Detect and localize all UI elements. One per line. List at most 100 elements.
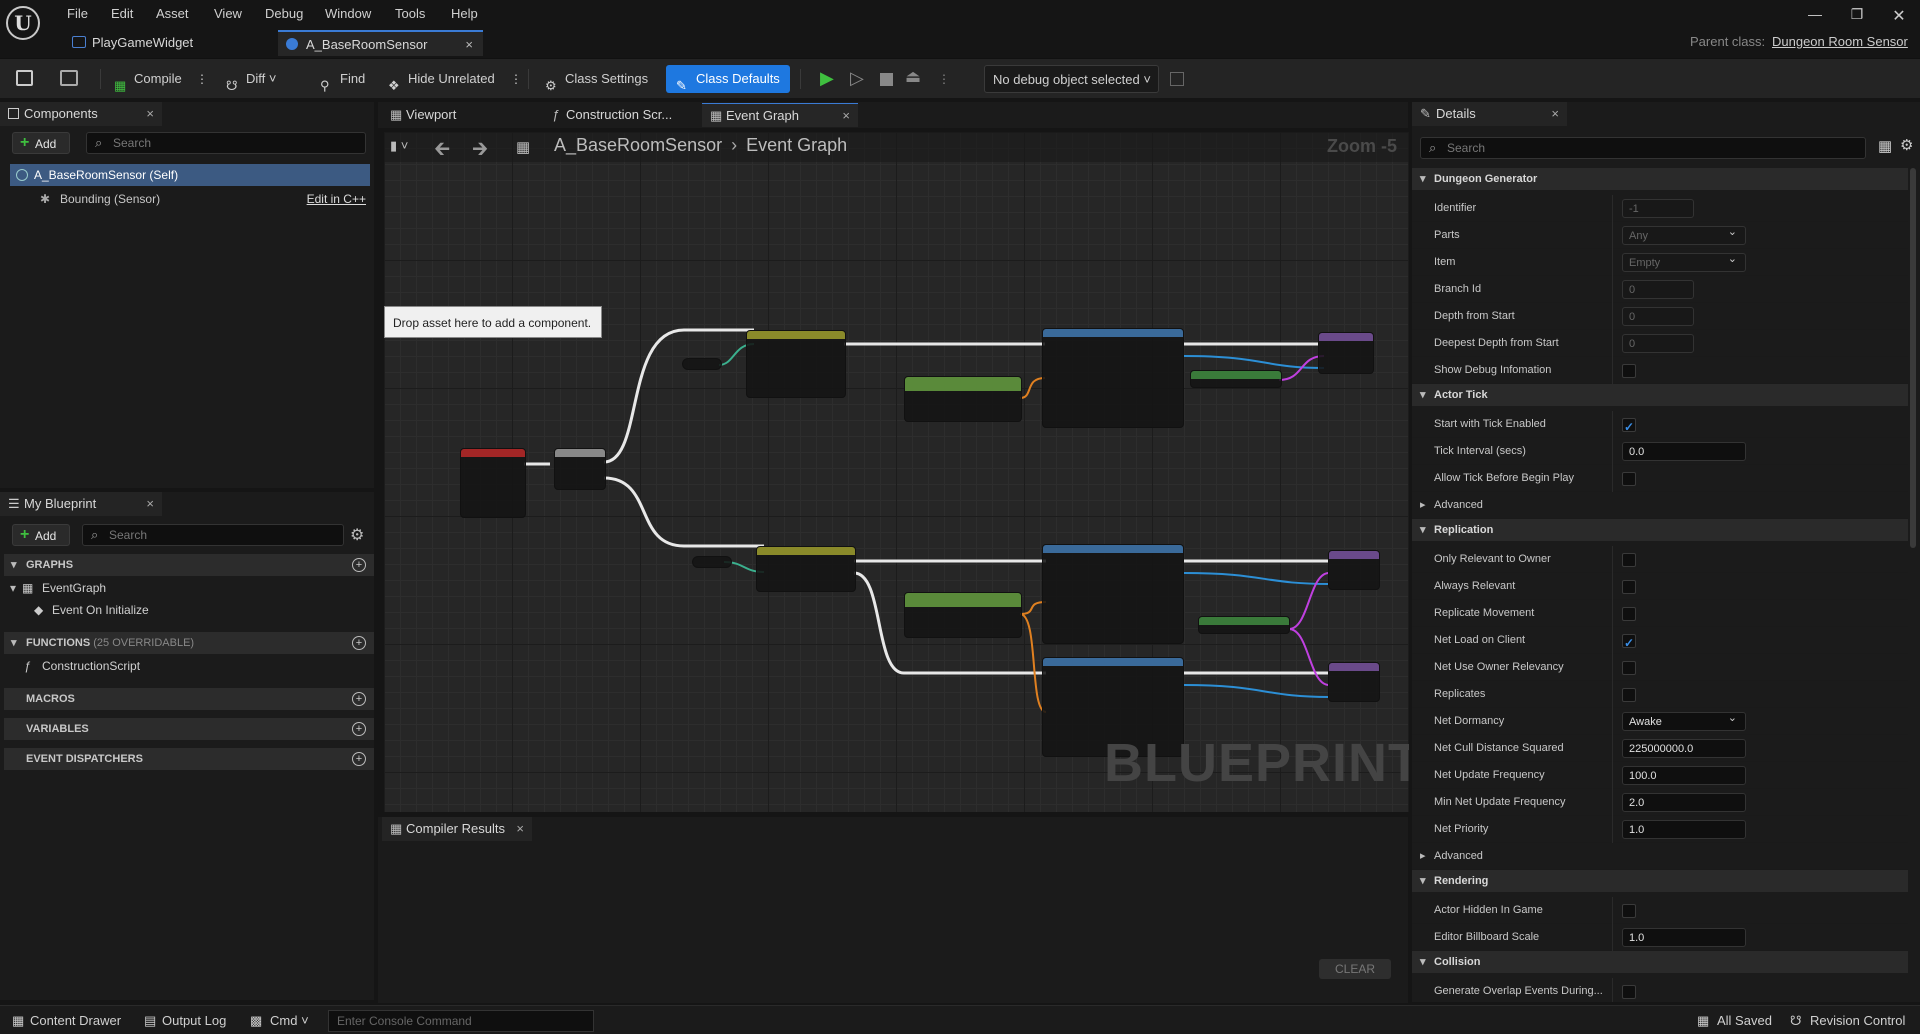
property-value-field[interactable]: 100.0: [1622, 766, 1746, 785]
compile-button[interactable]: ▦ Compile: [112, 65, 182, 93]
debug-filter-icon[interactable]: [1170, 72, 1184, 86]
content-drawer-button[interactable]: ▦ Content Drawer: [12, 1010, 121, 1032]
stop-icon[interactable]: [880, 73, 893, 86]
function-construction-script[interactable]: ƒ ConstructionScript: [24, 655, 370, 677]
class-settings-button[interactable]: ⚙ Class Settings: [543, 65, 648, 93]
component-bounding[interactable]: ✱ Bounding (Sensor) Edit in C++: [36, 188, 370, 210]
property-value-field[interactable]: 225000000.0: [1622, 739, 1746, 758]
minimize-icon[interactable]: —: [1800, 6, 1830, 22]
close-window-icon[interactable]: ✕: [1884, 6, 1914, 26]
tab-construction-script[interactable]: ƒ Construction Scr...: [542, 103, 698, 127]
event-on-initialize[interactable]: ◆ Event On Initialize: [34, 599, 370, 621]
close-icon[interactable]: ×: [1551, 102, 1559, 126]
property-checkbox[interactable]: [1622, 364, 1636, 378]
table-view-icon[interactable]: ▦: [1878, 137, 1892, 155]
get-generator-node-2[interactable]: [1198, 616, 1290, 634]
sequence-node[interactable]: [554, 448, 606, 490]
expand-chevron-icon[interactable]: ▸: [1420, 843, 1426, 870]
menu-asset[interactable]: Asset: [156, 4, 189, 24]
property-label[interactable]: Advanced: [1434, 499, 1483, 511]
component-self[interactable]: A_BaseRoomSensor (Self): [10, 164, 370, 186]
add-function-icon[interactable]: +: [352, 636, 366, 650]
parts-getter-node[interactable]: [682, 358, 722, 370]
property-value-field[interactable]: 2.0: [1622, 793, 1746, 812]
menu-tools[interactable]: Tools: [395, 4, 425, 24]
graphs-section[interactable]: ▾ GRAPHS +: [4, 554, 374, 576]
console-command-input[interactable]: Enter Console Command: [328, 1010, 594, 1032]
unreal-logo-icon[interactable]: U: [6, 6, 40, 40]
expand-chevron-icon[interactable]: ▸: [1420, 492, 1426, 519]
functions-section[interactable]: ▾ FUNCTIONS (25 OVERRIDABLE) +: [4, 632, 374, 654]
switch-on-parts-node[interactable]: [746, 330, 846, 398]
property-dropdown[interactable]: Empty: [1622, 250, 1746, 272]
details-section-header[interactable]: Dungeon Generator: [1412, 168, 1908, 190]
switch-on-item-node[interactable]: [756, 546, 856, 592]
graph-eventgraph[interactable]: ▾ ▦ EventGraph: [10, 577, 370, 599]
parent-class-link[interactable]: Dungeon Room Sensor: [1772, 34, 1908, 49]
close-icon[interactable]: ×: [842, 104, 850, 128]
tab-event-graph[interactable]: ▦ Event Graph ×: [702, 103, 858, 127]
details-section-header[interactable]: Rendering: [1412, 870, 1908, 892]
details-scrollbar[interactable]: [1910, 168, 1916, 548]
get-generator-node-1[interactable]: [1190, 370, 1282, 388]
output-log-button[interactable]: ▤ Output Log: [144, 1010, 226, 1032]
property-value-field[interactable]: 0: [1622, 307, 1694, 326]
edit-in-cpp-link[interactable]: Edit in C++: [307, 188, 366, 210]
property-checkbox[interactable]: [1622, 661, 1636, 675]
add-variable-icon[interactable]: +: [352, 722, 366, 736]
property-checkbox[interactable]: [1622, 630, 1636, 657]
add-component-button[interactable]: Add: [12, 132, 70, 154]
restore-icon[interactable]: ❐: [1842, 6, 1872, 23]
property-value-field[interactable]: 1.0: [1622, 820, 1746, 839]
property-checkbox[interactable]: [1622, 688, 1636, 702]
close-icon[interactable]: ×: [146, 492, 154, 516]
property-checkbox[interactable]: [1622, 904, 1636, 918]
spawn-actor-node-1[interactable]: [1042, 328, 1184, 428]
property-value-field[interactable]: 0: [1622, 280, 1694, 299]
property-dropdown[interactable]: Awake: [1622, 709, 1746, 731]
details-search-input[interactable]: Search: [1420, 137, 1866, 159]
property-dropdown[interactable]: Any: [1622, 223, 1746, 245]
random-transform-node-2[interactable]: [904, 592, 1022, 638]
all-saved-status[interactable]: ▦ All Saved: [1697, 1010, 1772, 1032]
eject-icon[interactable]: ⏏: [905, 67, 921, 87]
set-node-2[interactable]: [1328, 550, 1380, 590]
details-tab[interactable]: ✎ Details ×: [1412, 102, 1567, 126]
property-label[interactable]: Advanced: [1434, 850, 1483, 862]
details-section-header[interactable]: Replication: [1412, 519, 1908, 541]
close-tab-icon[interactable]: ×: [465, 32, 473, 58]
variables-section[interactable]: VARIABLES +: [4, 718, 374, 740]
property-checkbox[interactable]: [1622, 607, 1636, 621]
cmd-dropdown[interactable]: ▩ Cmd ˅: [250, 1010, 309, 1032]
add-macro-icon[interactable]: +: [352, 692, 366, 706]
play-options-icon[interactable]: ⋮: [938, 72, 950, 86]
step-icon[interactable]: ▷: [850, 68, 864, 89]
add-dispatcher-icon[interactable]: +: [352, 752, 366, 766]
property-value-field[interactable]: 0: [1622, 334, 1694, 353]
event-graph-canvas[interactable]: ▮ ˅ 🡰 🡲 ▦ A_BaseRoomSensor › Event Graph…: [384, 132, 1409, 812]
menu-help[interactable]: Help: [451, 4, 478, 24]
save-icon[interactable]: [16, 70, 33, 86]
spawn-actor-node-2[interactable]: [1042, 544, 1184, 644]
clear-button[interactable]: CLEAR: [1319, 959, 1391, 979]
property-checkbox[interactable]: [1622, 580, 1636, 594]
set-node-1[interactable]: [1318, 332, 1374, 374]
components-tab[interactable]: Components ×: [0, 102, 162, 126]
hide-unrelated-button[interactable]: ❖ Hide Unrelated: [386, 65, 495, 93]
close-icon[interactable]: ×: [516, 817, 524, 841]
class-defaults-button[interactable]: ✎ Class Defaults: [666, 65, 790, 93]
menu-debug[interactable]: Debug: [265, 4, 303, 24]
doc-tab-a-baseroomsensor[interactable]: A_BaseRoomSensor ×: [278, 30, 483, 56]
property-checkbox[interactable]: [1622, 472, 1636, 486]
item-getter-node[interactable]: [692, 556, 732, 568]
property-checkbox[interactable]: [1622, 414, 1636, 441]
details-section-header[interactable]: Actor Tick: [1412, 384, 1908, 406]
browse-icon[interactable]: [60, 70, 78, 86]
add-member-button[interactable]: Add: [12, 524, 70, 546]
components-search-input[interactable]: Search: [86, 132, 366, 154]
menu-edit[interactable]: Edit: [111, 4, 133, 24]
compiler-results-tab[interactable]: ▦ Compiler Results ×: [382, 817, 532, 841]
doc-tab-playgamewidget[interactable]: PlayGameWidget: [64, 30, 274, 56]
property-checkbox[interactable]: [1622, 553, 1636, 567]
close-icon[interactable]: ×: [146, 102, 154, 126]
